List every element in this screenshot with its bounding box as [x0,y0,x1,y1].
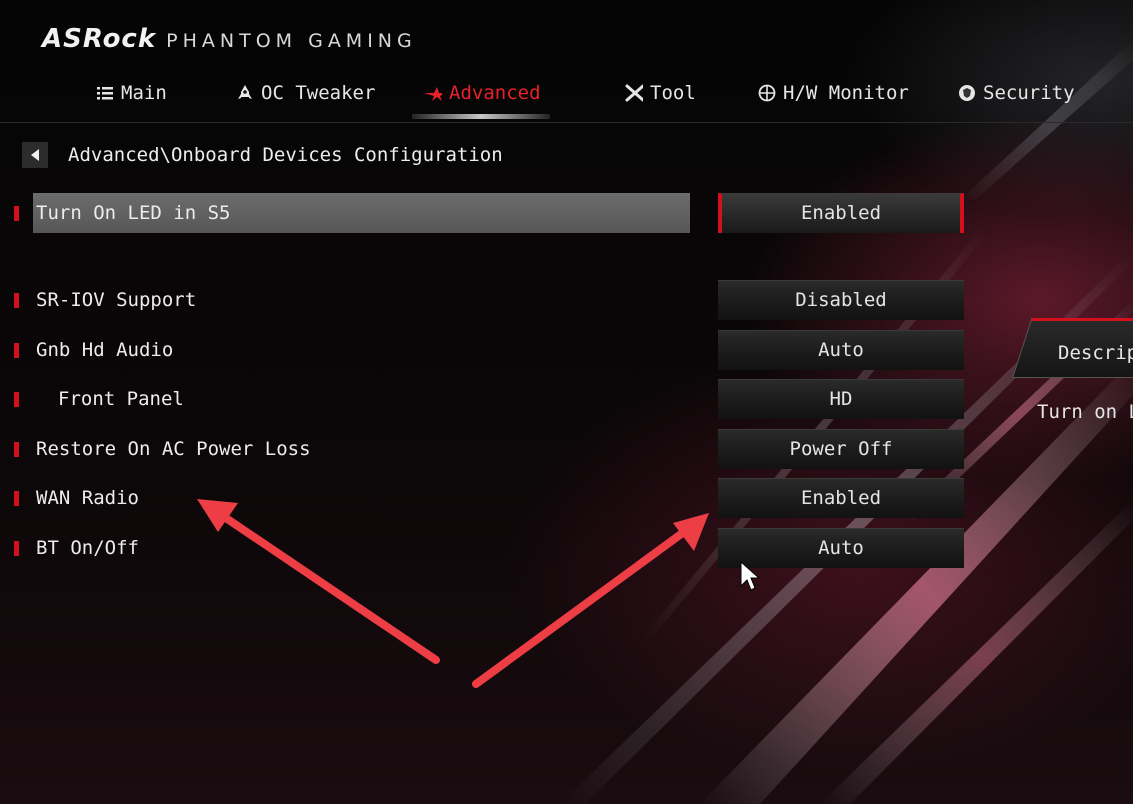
annotation-arrow-right [472,513,709,688]
annotation-arrow-left [197,499,440,664]
annotation-overlay [197,499,761,688]
mouse-cursor-icon [740,560,761,591]
